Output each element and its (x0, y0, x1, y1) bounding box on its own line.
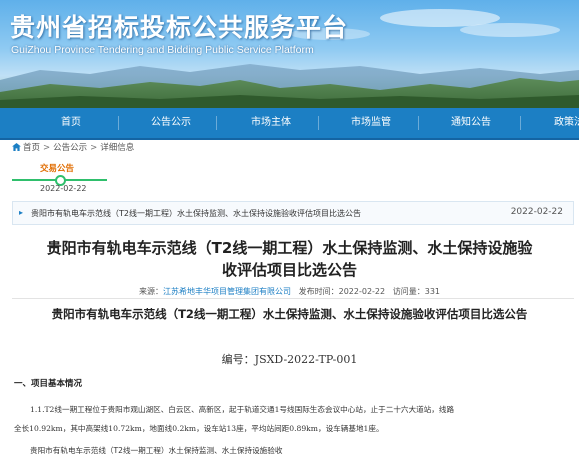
article-subtitle: 贵阳市有轨电车示范线（T2线一期工程）水土保持监测、水土保持设施验收评估项目比选… (51, 307, 528, 321)
breadcrumb-current: 详细信息 (100, 143, 135, 153)
nav-item-market-entities[interactable]: 市场主体 (230, 108, 312, 138)
visits-label: 访问量： (392, 287, 425, 296)
nav-divider (216, 116, 217, 130)
section-heading: 一、项目基本情况 (14, 379, 83, 389)
breadcrumb-separator: > (90, 143, 98, 153)
article-title-line2: 收评估项目比选公告 (221, 261, 357, 279)
related-notice-title[interactable]: 贵阳市有轨电车示范线（T2线一期工程）水土保持监测、水土保持设施验收评估项目比选… (31, 208, 361, 219)
main-nav: 首页 公告公示 市场主体 市场监管 通知公告 政策法 (0, 108, 579, 140)
site-title: 贵州省招标投标公共服务平台 (10, 13, 349, 42)
nav-divider (118, 116, 119, 130)
breadcrumb: 首页 > 公告公示 > 详细信息 (12, 141, 134, 153)
nav-divider (318, 116, 319, 130)
breadcrumb-announcements[interactable]: 公告公示 (53, 143, 87, 153)
document-number-value: JSXD-2022-TP-001 (254, 353, 358, 366)
stage-label[interactable]: 交易公告 (40, 162, 74, 174)
publish-label: 发布时间： (298, 287, 339, 296)
source-name[interactable]: 江苏希地丰华项目管理集团有限公司 (163, 287, 291, 296)
article-title-line1: 贵阳市有轨电车示范线（T2线一期工程）水土保持监测、水土保持设施验 (46, 239, 533, 257)
meta-divider (12, 298, 574, 299)
paragraph-line: 1.1.T2线一期工程位于贵阳市观山湖区、白云区、高新区，起于轨道交通1号线国际… (30, 405, 455, 414)
site-banner: 贵州省招标投标公共服务平台 GuiZhou Province Tendering… (0, 0, 579, 108)
document-number: 编号：JSXD-2022-TP-001 (0, 351, 579, 367)
stage-date: 2022-02-22 (40, 184, 87, 193)
paragraph-line: 全长10.92km，其中高架线10.72km，地面线0.2km，设车站13座，平… (14, 424, 384, 433)
source-label: 来源： (138, 287, 163, 296)
breadcrumb-separator: > (43, 143, 51, 153)
article-meta: 来源：江苏希地丰华项目管理集团有限公司 发布时间：2022-02-22 访问量：… (0, 286, 579, 297)
nav-item-market-supervision[interactable]: 市场监管 (330, 108, 412, 138)
nav-item-announcements[interactable]: 公告公示 (130, 108, 212, 138)
home-icon (12, 143, 21, 151)
nav-divider (520, 116, 521, 130)
related-notice-row[interactable]: ▸ 贵阳市有轨电车示范线（T2线一期工程）水土保持监测、水土保持设施验收评估项目… (12, 201, 574, 225)
chevron-right-icon: ▸ (19, 208, 24, 217)
nav-item-policies[interactable]: 政策法 (530, 108, 579, 138)
publish-time: 2022-02-22 (338, 287, 386, 296)
breadcrumb-home[interactable]: 首页 (23, 143, 40, 153)
nav-item-notices[interactable]: 通知公告 (430, 108, 512, 138)
visits-count: 331 (424, 287, 441, 296)
site-subtitle: GuiZhou Province Tendering and Bidding P… (11, 44, 314, 56)
document-number-label: 编号： (221, 353, 255, 366)
nav-divider (418, 116, 419, 130)
nav-item-home[interactable]: 首页 (30, 108, 112, 138)
related-notice-date: 2022-02-22 (510, 207, 563, 217)
